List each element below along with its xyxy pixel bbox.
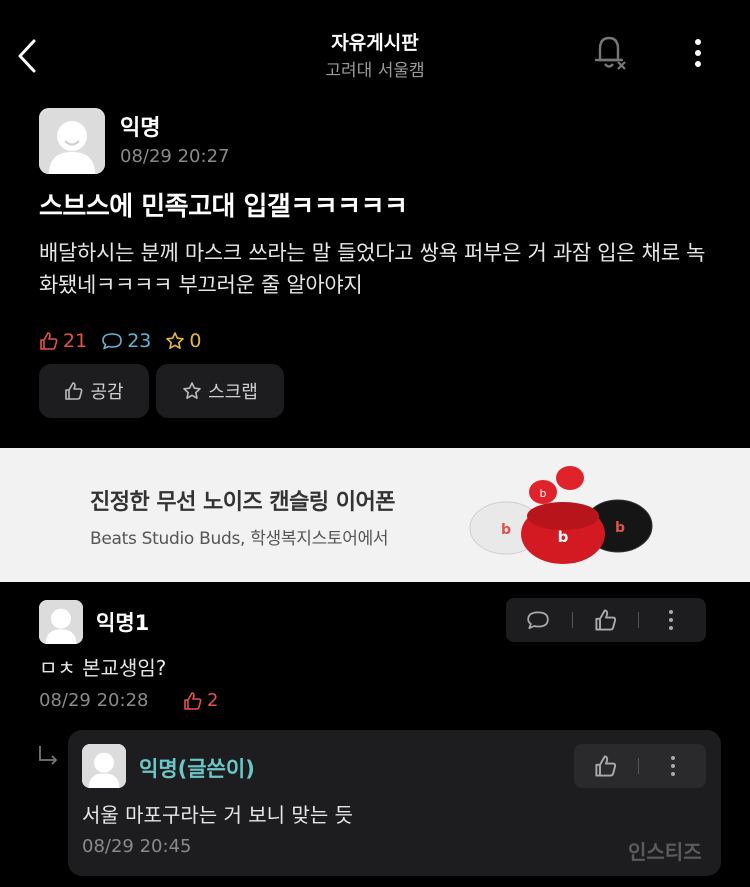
- divider: [638, 758, 639, 774]
- bell-off-icon: [594, 36, 626, 70]
- svg-text:b: b: [501, 522, 511, 538]
- scrap-count: 0: [165, 330, 201, 352]
- comment-more-button[interactable]: [666, 608, 676, 636]
- scrap-button[interactable]: 스크랩: [156, 364, 284, 418]
- notification-off-button[interactable]: [590, 32, 630, 74]
- svg-text:b: b: [540, 487, 547, 500]
- avatar: [39, 600, 83, 644]
- avatar: [82, 744, 126, 788]
- comment-like-value: 2: [207, 690, 219, 711]
- scrap-count-value: 0: [189, 330, 202, 352]
- comment-like-count: 2: [183, 690, 218, 711]
- avatar: [39, 108, 105, 174]
- reply-like-button[interactable]: [594, 754, 618, 782]
- like-count-value: 21: [63, 330, 88, 352]
- reply-button[interactable]: [526, 608, 550, 636]
- default-avatar-icon: [82, 744, 126, 788]
- star-icon: [183, 382, 201, 399]
- comment-author: 익명1: [96, 611, 150, 635]
- reply-timestamp: 08/29 20:45: [82, 836, 192, 857]
- comment-like-button[interactable]: [594, 608, 618, 636]
- scrap-label: 스크랩: [208, 382, 258, 403]
- thumbs-up-icon: [595, 609, 617, 631]
- board-subtitle: 고려대 서울캠: [325, 61, 425, 81]
- reply-author: 익명(글쓴이): [139, 757, 255, 781]
- comment-timestamp: 08/29 20:28: [39, 690, 149, 711]
- ad-title: 진정한 무선 노이즈 캔슬링 이어폰: [90, 490, 396, 515]
- more-vertical-icon: [671, 756, 675, 776]
- divider: [572, 612, 573, 628]
- default-avatar-icon: [39, 600, 83, 644]
- svg-text:b: b: [615, 520, 625, 536]
- ad-subtitle: Beats Studio Buds, 학생복지스토어에서: [90, 529, 389, 549]
- comment-icon: [102, 333, 122, 350]
- post-title: 스브스에 민족고대 입갤ㅋㅋㅋㅋㅋ: [39, 192, 408, 222]
- divider: [638, 612, 639, 628]
- more-menu-button[interactable]: [686, 36, 710, 70]
- comment-text: ㅁㅊ 본교생임?: [39, 656, 167, 680]
- post-timestamp: 08/29 20:27: [120, 146, 230, 167]
- more-vertical-icon: [669, 610, 673, 630]
- svg-text:b: b: [558, 528, 569, 546]
- reply-more-button[interactable]: [668, 754, 678, 782]
- thumbs-up-icon: [65, 382, 83, 400]
- reply-actions: [574, 744, 706, 788]
- post-author: 익명: [120, 116, 161, 141]
- comment-count-value: 23: [127, 330, 152, 352]
- earbuds-product-image: b b b b: [468, 458, 658, 574]
- comment-count: 23: [101, 330, 151, 352]
- more-vertical-icon: [695, 39, 701, 67]
- star-icon: [166, 332, 185, 349]
- reply-text: 서울 마포구라는 거 보니 맞는 듯: [82, 803, 353, 827]
- thumbs-up-icon: [184, 691, 202, 710]
- thumbs-up-icon: [595, 755, 617, 777]
- post-stats: 21 23 0: [39, 328, 215, 354]
- empathy-label: 공감: [90, 382, 124, 403]
- post-body: 배달하시는 분께 마스크 쓰라는 말 들었다고 쌍욕 퍼부은 거 과잠 입은 채…: [39, 241, 706, 297]
- like-count: 21: [39, 330, 87, 352]
- comment-actions: [506, 598, 706, 642]
- comment-icon: [527, 611, 549, 630]
- reply-arrow-icon: [37, 744, 61, 768]
- watermark: 인스티즈: [628, 840, 702, 864]
- empathy-button[interactable]: 공감: [39, 364, 149, 418]
- default-avatar-icon: [39, 108, 105, 174]
- thumbs-up-icon: [40, 332, 58, 350]
- board-title: 자유게시판: [331, 32, 419, 54]
